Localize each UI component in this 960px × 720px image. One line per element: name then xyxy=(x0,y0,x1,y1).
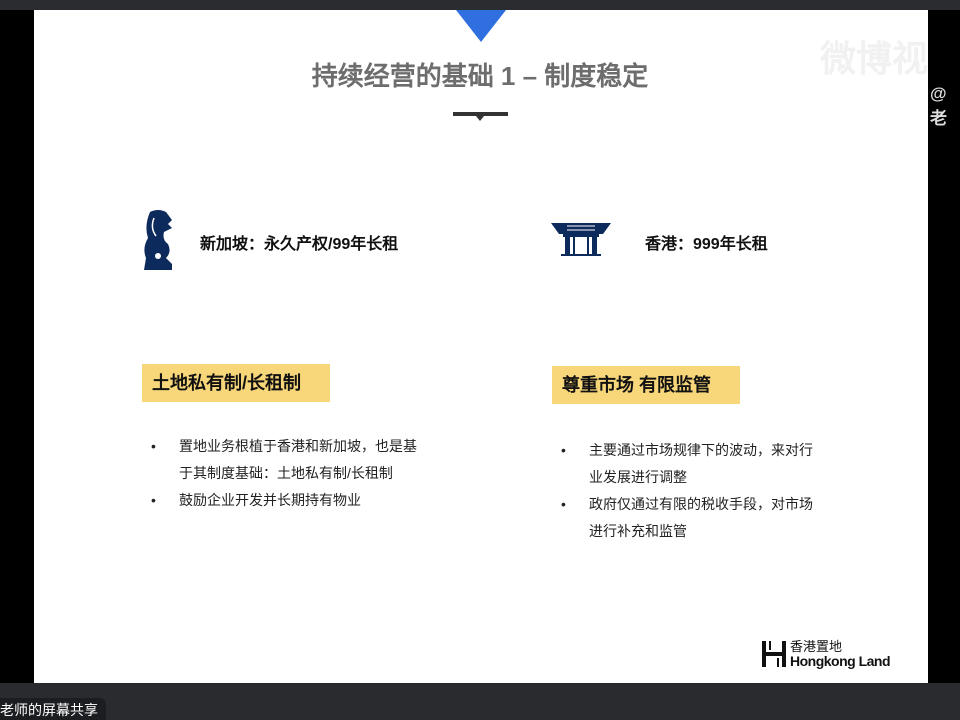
blue-triangle-decoration xyxy=(456,10,506,42)
list-item: 鼓励企业开发并长期持有物业 xyxy=(151,487,419,514)
hongkong-building-icon xyxy=(551,223,611,256)
logo-english-name: Hongkong Land xyxy=(790,653,891,669)
right-bullet-list: 主要通过市场规律下的波动，来对行业发展进行调整 政府仅通过有限的税收手段，对市场… xyxy=(561,437,823,545)
singapore-label: 新加坡：永久产权/99年长租 xyxy=(200,236,399,253)
list-item: 政府仅通过有限的税收手段，对市场进行补充和监管 xyxy=(561,491,823,545)
hongkong-land-logo: 香港置地 Hongkong Land xyxy=(762,639,891,669)
merlion-icon xyxy=(144,210,172,270)
left-section-tag: 土地私有制/长租制 xyxy=(142,364,330,402)
top-bar xyxy=(0,0,960,10)
bottom-bar xyxy=(0,683,960,720)
list-item: 主要通过市场规律下的波动，来对行业发展进行调整 xyxy=(561,437,823,491)
logo-chinese-name: 香港置地 xyxy=(790,639,843,654)
weibo-watermark: 微博视 xyxy=(820,38,929,79)
screen-share-label: 老师的屏幕共享 xyxy=(0,698,106,720)
left-bullet-list: 置地业务根植于香港和新加坡，也是基于其制度基础：土地私有制/长租制 鼓励企业开发… xyxy=(151,433,419,514)
presentation-slide xyxy=(34,10,928,683)
list-item: 置地业务根植于香港和新加坡，也是基于其制度基础：土地私有制/长租制 xyxy=(151,433,419,487)
divider-arrow-icon xyxy=(476,116,484,121)
right-section-tag: 尊重市场 有限监管 xyxy=(552,366,740,404)
hongkong-land-logo-icon xyxy=(762,641,786,667)
slide-title: 持续经营的基础 1 – 制度稳定 xyxy=(311,61,649,91)
hongkong-label: 香港：999年长租 xyxy=(645,236,768,253)
weibo-handle: @老 xyxy=(930,84,947,128)
